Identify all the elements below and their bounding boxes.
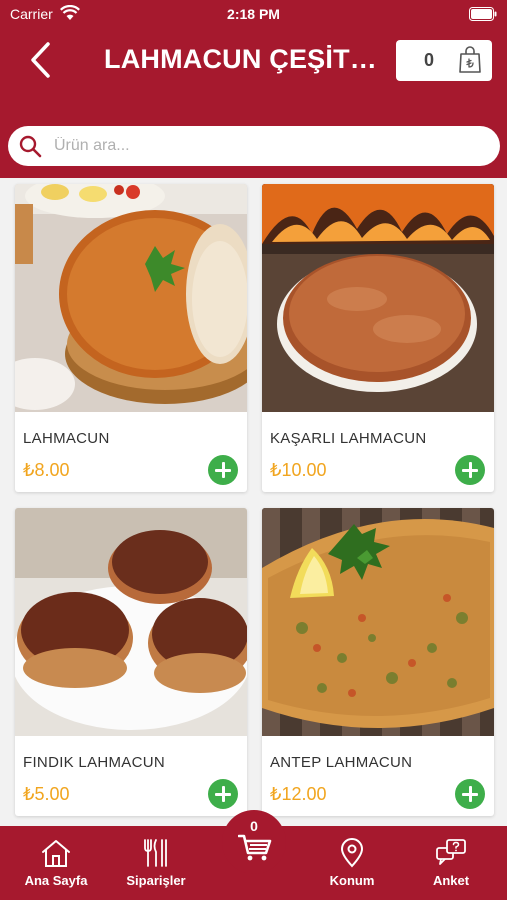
- product-price: ₺12.00: [270, 784, 327, 804]
- product-image: [262, 184, 494, 412]
- product-name: LAHMACUN: [23, 430, 110, 447]
- shopping-bag-icon: [459, 46, 481, 73]
- tab-location[interactable]: Konum: [306, 826, 398, 900]
- add-to-cart-button[interactable]: [208, 455, 238, 485]
- back-button[interactable]: [22, 38, 62, 82]
- product-card-kasarli-lahmacun[interactable]: KAŞARLI LAHMACUN ₺10.00: [262, 184, 494, 492]
- tab-orders[interactable]: Siparişler: [110, 826, 202, 900]
- tab-location-label: Konum: [329, 873, 375, 888]
- product-card-lahmacun[interactable]: LAHMACUN ₺8.00: [15, 184, 247, 492]
- search-bar[interactable]: [8, 126, 500, 166]
- product-card-findik-lahmacun[interactable]: FINDIK LAHMACUN ₺5.00: [15, 508, 247, 816]
- add-to-cart-button[interactable]: [455, 455, 485, 485]
- location-pin-icon: [340, 838, 364, 868]
- product-image: [15, 184, 247, 412]
- product-price: ₺5.00: [23, 784, 70, 804]
- header-cart-count: 0: [423, 50, 434, 70]
- tab-orders-label: Siparişler: [126, 873, 186, 888]
- tab-home-label: Ana Sayfa: [24, 873, 88, 888]
- product-card-antep-lahmacun[interactable]: ANTEP LAHMACUN ₺12.00: [262, 508, 494, 816]
- shopping-cart-icon: [238, 834, 272, 861]
- tab-home[interactable]: Ana Sayfa: [10, 826, 102, 900]
- product-price: ₺10.00: [270, 460, 327, 480]
- product-name: KAŞARLI LAHMACUN: [270, 430, 427, 447]
- home-icon: [42, 840, 70, 867]
- back-chevron-icon: [31, 42, 50, 78]
- page-title: LAHMACUN ÇEŞİTLERİ: [104, 44, 386, 74]
- add-to-cart-button[interactable]: [208, 779, 238, 809]
- product-image: [15, 508, 247, 736]
- add-to-cart-button[interactable]: [455, 779, 485, 809]
- search-icon: [19, 135, 42, 158]
- product-price: ₺8.00: [23, 460, 70, 480]
- fork-knife-icon: [144, 839, 167, 867]
- product-grid: LAHMACUN ₺8.00 KAŞARLI LAHMACUN ₺10.00 F…: [0, 178, 507, 826]
- product-name: FINDIK LAHMACUN: [23, 754, 166, 771]
- tab-survey[interactable]: Anket: [405, 826, 497, 900]
- tab-survey-label: Anket: [432, 873, 470, 888]
- app-header: Carrier 2:18 PM LAHMACUN ÇEŞİTLERİ 0: [0, 0, 507, 178]
- product-image: [262, 508, 494, 736]
- center-cart-button[interactable]: 0: [222, 810, 286, 874]
- product-name: ANTEP LAHMACUN: [270, 754, 413, 771]
- search-input[interactable]: [54, 132, 484, 160]
- center-cart-count: 0: [250, 818, 258, 834]
- status-bar: Carrier 2:18 PM: [0, 0, 507, 30]
- status-time: 2:18 PM: [227, 6, 280, 22]
- battery-icon: [469, 7, 497, 21]
- chat-question-icon: [436, 839, 466, 865]
- header-cart-button[interactable]: 0: [396, 40, 492, 81]
